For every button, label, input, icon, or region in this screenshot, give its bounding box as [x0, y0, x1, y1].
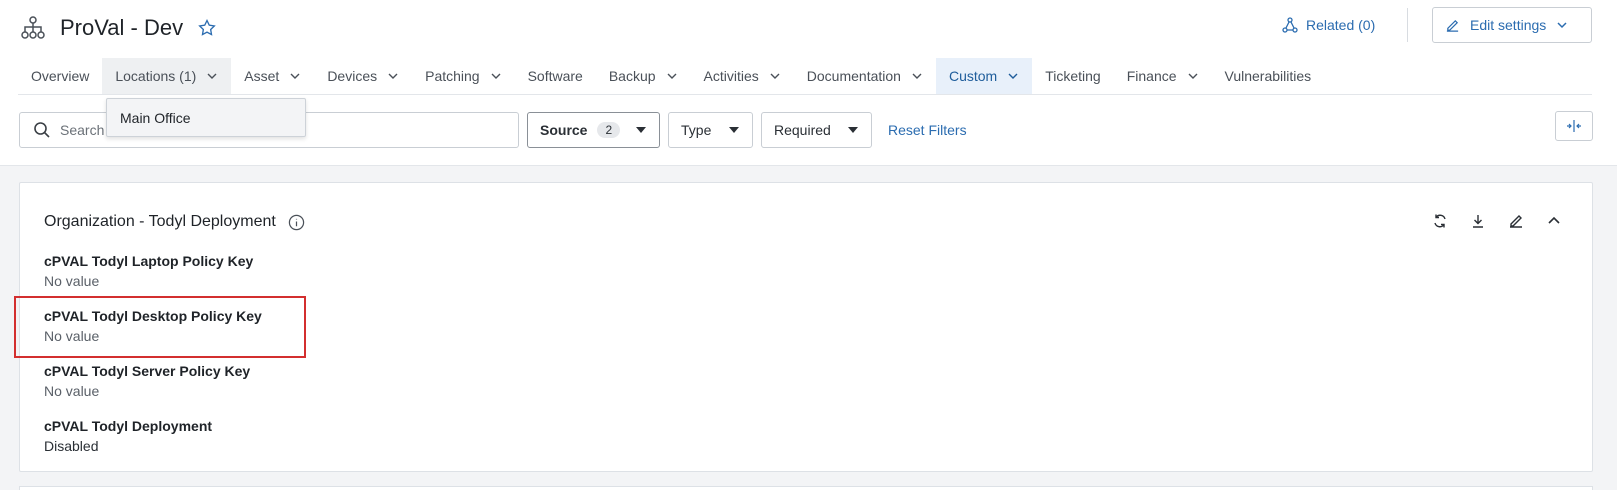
edit-settings-button[interactable]: Edit settings [1432, 7, 1592, 43]
tab-label: Finance [1126, 68, 1177, 84]
field-value: No value [44, 273, 100, 289]
tab-vulnerabilities[interactable]: Vulnerabilities [1212, 58, 1325, 94]
tab-bar: Overview Locations (1) Asset Devices Pat… [18, 58, 1324, 94]
tab-locations[interactable]: Locations (1) [102, 58, 232, 94]
field-laptop-policy-key: cPVAL Todyl Laptop Policy Key No value [44, 253, 253, 289]
edit-settings-label: Edit settings [1470, 17, 1547, 33]
tab-overview[interactable]: Overview [18, 58, 102, 94]
required-filter[interactable]: Required [761, 112, 872, 148]
reset-filters-link[interactable]: Reset Filters [888, 122, 967, 138]
tab-backup[interactable]: Backup [596, 58, 691, 94]
tab-label: Devices [327, 68, 378, 84]
caret-down-icon [728, 126, 740, 134]
header-region: ProVal - Dev Related (0) Edit settings O… [0, 0, 1617, 166]
chevron-down-icon [387, 70, 399, 82]
field-label: cPVAL Todyl Laptop Policy Key [44, 253, 254, 269]
field-label: cPVAL Todyl Desktop Policy Key [44, 308, 262, 324]
related-label: Related (0) [1306, 17, 1376, 33]
tab-label: Patching [425, 68, 480, 84]
chevron-down-icon [911, 70, 923, 82]
field-value: No value [44, 383, 100, 399]
chevron-down-icon [769, 70, 781, 82]
search-icon [34, 122, 50, 138]
tab-label: Activities [703, 68, 759, 84]
tab-label: Software [527, 68, 583, 84]
tab-label: Documentation [806, 68, 901, 84]
tab-label: Vulnerabilities [1224, 68, 1312, 84]
tabs-divider [18, 94, 1592, 95]
tab-software[interactable]: Software [515, 58, 596, 94]
tab-finance[interactable]: Finance [1114, 58, 1212, 94]
panel-actions [1430, 211, 1564, 231]
download-icon[interactable] [1468, 211, 1488, 231]
field-server-policy-key: cPVAL Todyl Server Policy Key No value [44, 363, 250, 399]
tab-documentation[interactable]: Documentation [794, 58, 936, 94]
source-count-badge: 2 [597, 122, 621, 138]
tab-asset[interactable]: Asset [231, 58, 314, 94]
chevron-down-icon [1557, 22, 1567, 29]
chevron-down-icon [206, 70, 218, 82]
org-chart-icon [20, 14, 48, 42]
divider [1407, 8, 1408, 42]
tab-label: Custom [948, 68, 998, 84]
caret-down-icon [635, 126, 647, 134]
tab-label: Locations (1) [115, 68, 197, 84]
type-filter[interactable]: Type [668, 112, 753, 148]
chevron-down-icon [289, 70, 301, 82]
refresh-icon[interactable] [1430, 211, 1450, 231]
tab-devices[interactable]: Devices [314, 58, 412, 94]
type-filter-label: Type [681, 122, 712, 138]
tab-label: Backup [608, 68, 656, 84]
tab-custom[interactable]: Custom [935, 58, 1033, 94]
field-label: cPVAL Todyl Server Policy Key [44, 363, 251, 379]
source-filter-label: Source [540, 122, 588, 138]
field-value: No value [44, 328, 100, 344]
title-row: ProVal - Dev [20, 10, 219, 46]
edit-icon [1446, 19, 1459, 32]
locations-dropdown-item[interactable]: Main Office [106, 98, 306, 137]
tab-patching[interactable]: Patching [412, 58, 514, 94]
collapse-columns-button[interactable] [1555, 111, 1593, 141]
star-outline-icon[interactable] [197, 17, 219, 39]
tab-label: Overview [31, 68, 90, 84]
panel-title-text: Organization - Todyl Deployment [44, 213, 276, 230]
field-todyl-deployment: cPVAL Todyl Deployment Disabled [44, 418, 212, 454]
panel-title: Organization - Todyl Deployment [44, 213, 305, 231]
caret-down-icon [847, 126, 859, 134]
tab-label: Ticketing [1045, 68, 1101, 84]
chevron-down-icon [490, 70, 502, 82]
required-filter-label: Required [774, 122, 831, 138]
page-title: ProVal - Dev [60, 15, 184, 40]
todyl-deployment-panel: Organization - Todyl Deployment cPVAL To… [19, 182, 1593, 472]
source-filter[interactable]: Source 2 [527, 112, 660, 148]
tab-activities[interactable]: Activities [691, 58, 794, 94]
chevron-down-icon [1187, 70, 1199, 82]
field-label: cPVAL Todyl Deployment [44, 418, 213, 434]
edit-icon[interactable] [1506, 211, 1526, 231]
info-icon[interactable] [288, 214, 305, 231]
network-icon [1282, 17, 1298, 33]
search-placeholder: Search [60, 122, 105, 138]
collapse-columns-icon [1567, 120, 1581, 132]
chevron-up-icon[interactable] [1544, 211, 1564, 231]
field-value: Disabled [44, 438, 99, 454]
dropdown-item-label: Main Office [120, 109, 191, 126]
related-button[interactable]: Related (0) [1282, 14, 1375, 36]
chevron-down-icon [666, 70, 678, 82]
field-desktop-policy-key: cPVAL Todyl Desktop Policy Key No value [44, 308, 262, 344]
tab-ticketing[interactable]: Ticketing [1032, 58, 1114, 94]
tab-label: Asset [244, 68, 280, 84]
chevron-down-icon [1007, 70, 1019, 82]
next-panel-edge [19, 486, 1593, 490]
